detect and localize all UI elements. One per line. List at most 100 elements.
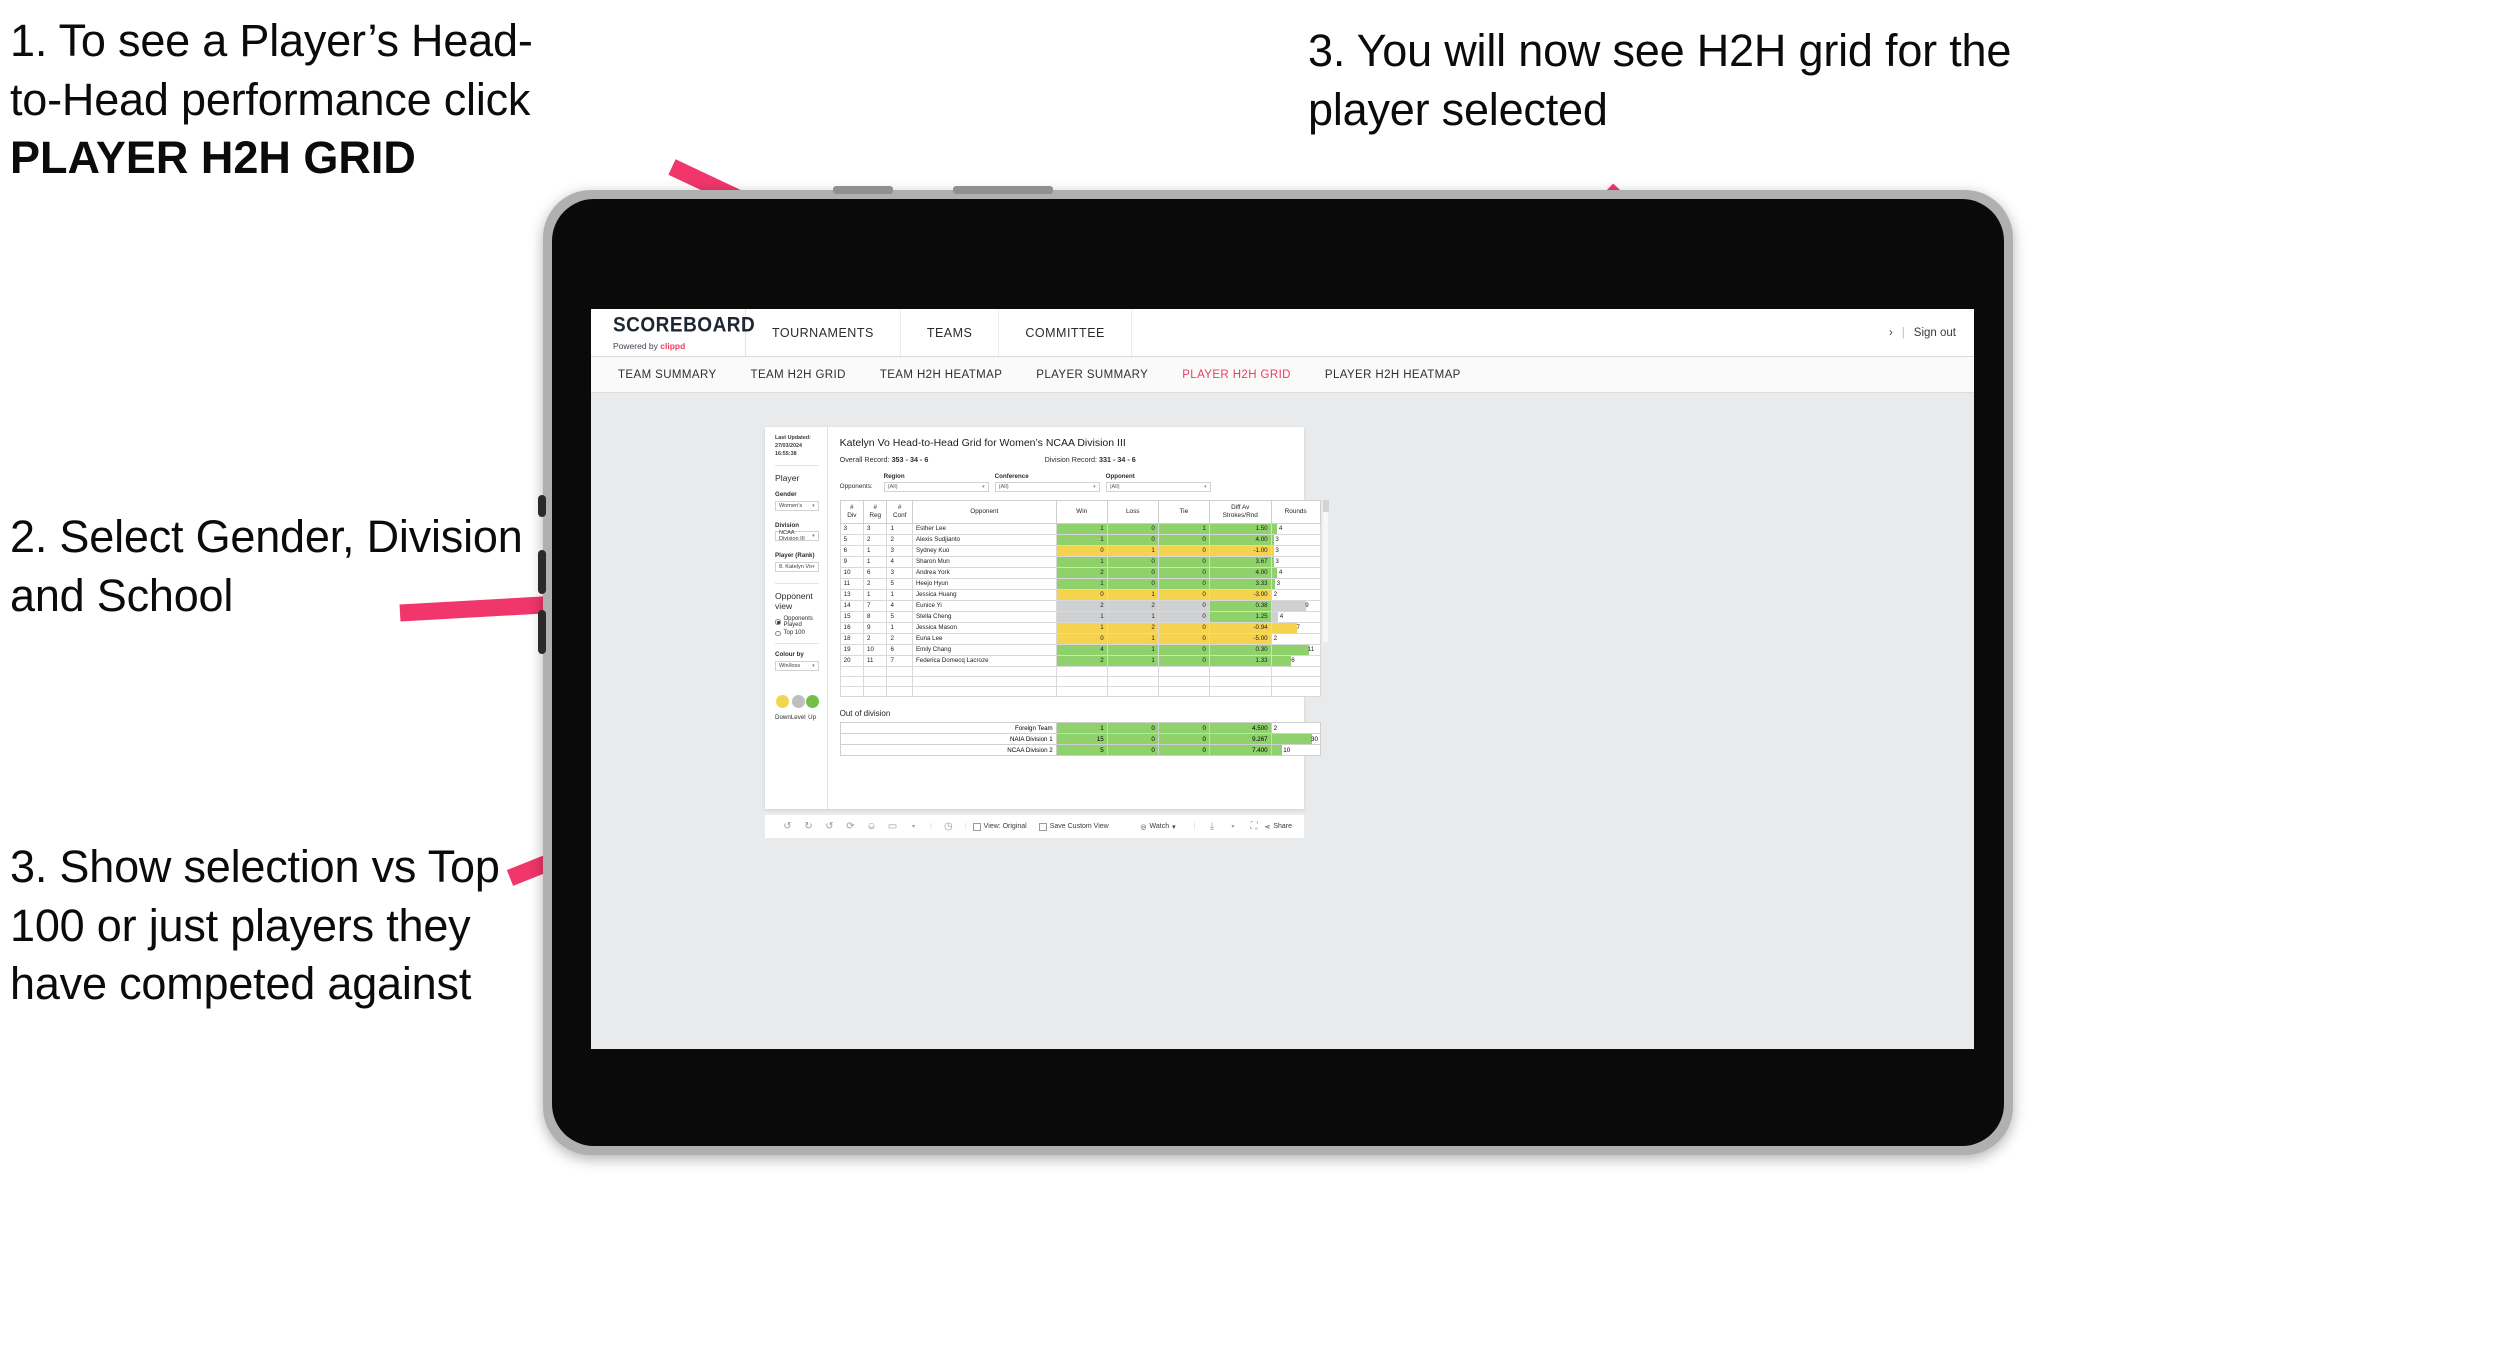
h2h-col-header-1[interactable]: # Reg bbox=[863, 499, 888, 524]
download-caret-icon[interactable]: ▾ bbox=[1222, 823, 1243, 830]
view-original-button[interactable]: View: Original bbox=[972, 822, 1027, 831]
save-custom-view-button[interactable]: Save Custom View bbox=[1038, 822, 1109, 831]
revert-icon[interactable]: ↺ bbox=[819, 821, 840, 832]
cell-win: 0 bbox=[1055, 544, 1108, 557]
table-row[interactable]: 10 6 3 Andrea York 2 0 0 4.00 4 bbox=[839, 566, 1321, 579]
cell-ood-diff: 7.400 bbox=[1208, 744, 1272, 757]
redo-icon[interactable]: ↻ bbox=[798, 821, 819, 832]
division-select[interactable]: NCAA Division III ▾ bbox=[775, 530, 819, 543]
h2h-col-header-8[interactable]: Rounds bbox=[1270, 499, 1321, 524]
table-row[interactable]: 14 7 4 Eunice Yi 2 2 0 0.38 9 bbox=[839, 599, 1321, 612]
table-row[interactable]: 19 10 6 Emily Chang 4 1 0 0.30 11 bbox=[839, 643, 1321, 656]
radio-label-opponents-played: Opponents Played bbox=[783, 615, 813, 628]
account-chevron-icon[interactable]: › bbox=[1889, 327, 1893, 339]
history-icon[interactable]: ◷ bbox=[938, 821, 959, 832]
table-row[interactable]: 9 1 4 Sharon Mun 1 0 0 3.67 3 bbox=[839, 555, 1321, 568]
app-screen: SCOREBOARD Powered by clippd TOURNAMENTS… bbox=[591, 309, 1974, 1049]
brand-logo[interactable]: SCOREBOARD Powered by clippd bbox=[591, 309, 755, 356]
cell-div: 20 bbox=[839, 654, 865, 667]
undo-icon[interactable]: ↺ bbox=[777, 821, 798, 832]
h2h-col-header-5[interactable]: Loss bbox=[1106, 499, 1159, 524]
player-rank-select[interactable]: 8. Katelyn Vo ▾ bbox=[775, 561, 819, 572]
conference-filter: Conference (All) ▾ bbox=[994, 473, 1100, 492]
opponents-label: Opponents: bbox=[839, 482, 873, 490]
subnav-item-team-summary[interactable]: TEAM SUMMARY bbox=[601, 369, 734, 381]
cell-loss: 1 bbox=[1106, 610, 1159, 623]
toolbar-divider-3: | bbox=[1193, 823, 1196, 830]
table-row[interactable]: 13 1 1 Jessica Huang 0 1 0 -3.00 2 bbox=[839, 588, 1321, 601]
subnav-item-team-h2h-grid[interactable]: TEAM H2H GRID bbox=[734, 369, 863, 381]
table-row[interactable]: 16 9 1 Jessica Mason 1 2 0 -0.94 7 bbox=[839, 621, 1321, 634]
h2h-col-header-6[interactable]: Tie bbox=[1157, 499, 1210, 524]
table-row[interactable]: 3 3 1 Esther Lee 1 0 1 1.50 4 bbox=[839, 522, 1321, 535]
rectangle-select-icon[interactable]: ▭ bbox=[882, 821, 903, 832]
cell-win: 1 bbox=[1055, 555, 1108, 568]
table-row[interactable]: 6 1 3 Sydney Kuo 0 1 0 -1.00 3 bbox=[839, 544, 1321, 557]
h2h-col-header-4[interactable]: Win bbox=[1055, 499, 1108, 524]
h2h-col-header-2[interactable]: # Conf bbox=[886, 499, 913, 524]
cell-tie: 0 bbox=[1157, 610, 1210, 623]
subnav-item-player-summary[interactable]: PLAYER SUMMARY bbox=[1019, 369, 1165, 381]
cell-win: 1 bbox=[1055, 522, 1108, 535]
cell-ood-rounds: 10 bbox=[1270, 744, 1321, 757]
topnav-item-tournaments[interactable]: TOURNAMENTS bbox=[746, 309, 901, 356]
pause-icon[interactable]: ⎉ bbox=[861, 821, 882, 832]
cell-ood-win: 5 bbox=[1055, 744, 1108, 757]
cell-diff: 4.00 bbox=[1208, 566, 1272, 579]
cell-rounds: 4 bbox=[1270, 566, 1321, 579]
fullscreen-icon[interactable]: ⛶ bbox=[1243, 821, 1264, 832]
player-rank-value: 8. Katelyn Vo bbox=[779, 563, 812, 570]
legend-label-level: Level bbox=[790, 713, 806, 721]
cell-win: 4 bbox=[1055, 643, 1108, 656]
table-row[interactable]: NAIA Division 1 15 0 0 9.267 30 bbox=[839, 733, 1321, 746]
subnav-item-player-h2h-heatmap[interactable]: PLAYER H2H HEATMAP bbox=[1308, 369, 1478, 381]
table-row[interactable]: 5 2 2 Alexis Sudjianto 1 0 0 4.00 3 bbox=[839, 533, 1321, 546]
topnav-item-committee[interactable]: COMMITTEE bbox=[999, 309, 1132, 356]
table-scrollbar[interactable] bbox=[1321, 499, 1329, 642]
colour-legend: Down Level Up bbox=[775, 694, 819, 721]
table-scrollbar-thumb[interactable] bbox=[1322, 499, 1329, 512]
cell-tie: 0 bbox=[1157, 577, 1210, 590]
sign-out-link[interactable]: Sign out bbox=[1914, 327, 1956, 339]
top-navigation: TOURNAMENTS TEAMS COMMITTEE bbox=[746, 309, 1132, 356]
table-row[interactable]: NCAA Division 2 5 0 0 7.400 10 bbox=[839, 744, 1321, 757]
h2h-col-header-0[interactable]: # Div bbox=[839, 499, 865, 524]
division-value: NCAA Division III bbox=[779, 530, 805, 543]
region-select[interactable]: (All) ▾ bbox=[883, 482, 989, 492]
chevron-down-icon: ▾ bbox=[812, 563, 815, 570]
colour-by-select[interactable]: Win/loss ▾ bbox=[775, 660, 819, 671]
h2h-col-header-3[interactable]: Opponent bbox=[911, 499, 1057, 524]
chevron-down-icon: ▾ bbox=[812, 662, 815, 669]
download-icon[interactable]: ⤓ bbox=[1201, 821, 1222, 832]
table-row[interactable]: 15 8 5 Stella Cheng 1 1 0 1.25 4 bbox=[839, 610, 1321, 623]
opponent-select[interactable]: (All) ▾ bbox=[1105, 482, 1211, 492]
watch-icon: ◎ bbox=[1140, 823, 1147, 831]
out-of-division-table: Foreign Team 1 0 0 4.500 2 NAIA Division 1 15 0 0… bbox=[839, 722, 1321, 757]
table-row[interactable]: 20 11 7 Federica Domecq Lacroze 2 1 0 1.33 6 bbox=[839, 654, 1321, 667]
h2h-col-header-7[interactable]: Diff Av Strokes/Rnd bbox=[1208, 499, 1272, 524]
refresh-icon[interactable]: ⟳ bbox=[840, 821, 861, 832]
cell-diff: 4.00 bbox=[1208, 533, 1272, 546]
cell-ood-rounds: 30 bbox=[1270, 733, 1321, 746]
topnav-item-teams[interactable]: TEAMS bbox=[901, 309, 1000, 356]
table-row[interactable]: 11 2 5 Heejo Hyun 1 0 0 3.33 3 bbox=[839, 577, 1321, 590]
radio-opponents-played[interactable]: Opponents Played bbox=[775, 616, 819, 628]
table-row[interactable]: Foreign Team 1 0 0 4.500 2 bbox=[839, 722, 1321, 735]
conference-select[interactable]: (All) ▾ bbox=[994, 482, 1100, 492]
view-original-label: View: Original bbox=[983, 823, 1027, 830]
subnav-item-team-h2h-heatmap[interactable]: TEAM H2H HEATMAP bbox=[863, 369, 1019, 381]
gender-select[interactable]: Women’s ▾ bbox=[775, 500, 819, 511]
cell-diff: 1.50 bbox=[1208, 522, 1272, 535]
subnav-item-player-h2h-grid[interactable]: PLAYER H2H GRID bbox=[1165, 369, 1308, 381]
watch-button[interactable]: ◎ Watch ▾ bbox=[1140, 823, 1175, 831]
cell-ood-diff: 4.500 bbox=[1208, 722, 1272, 735]
table-row[interactable]: 18 2 2 Euna Lee 0 1 0 -5.00 2 bbox=[839, 632, 1321, 645]
workspace: Last Updated: 27/03/2024 16:55:38 Player… bbox=[591, 394, 1974, 1049]
caret-down-icon[interactable]: ▾ bbox=[903, 823, 924, 830]
overall-record-label: Overall Record: bbox=[839, 455, 892, 464]
cell-tie: 0 bbox=[1157, 643, 1210, 656]
cell-div: 11 bbox=[839, 577, 865, 590]
share-button[interactable]: ⋖ Share bbox=[1264, 823, 1292, 831]
radio-top-100[interactable]: Top 100 bbox=[775, 630, 819, 636]
label-conference: Conference bbox=[994, 473, 1029, 480]
